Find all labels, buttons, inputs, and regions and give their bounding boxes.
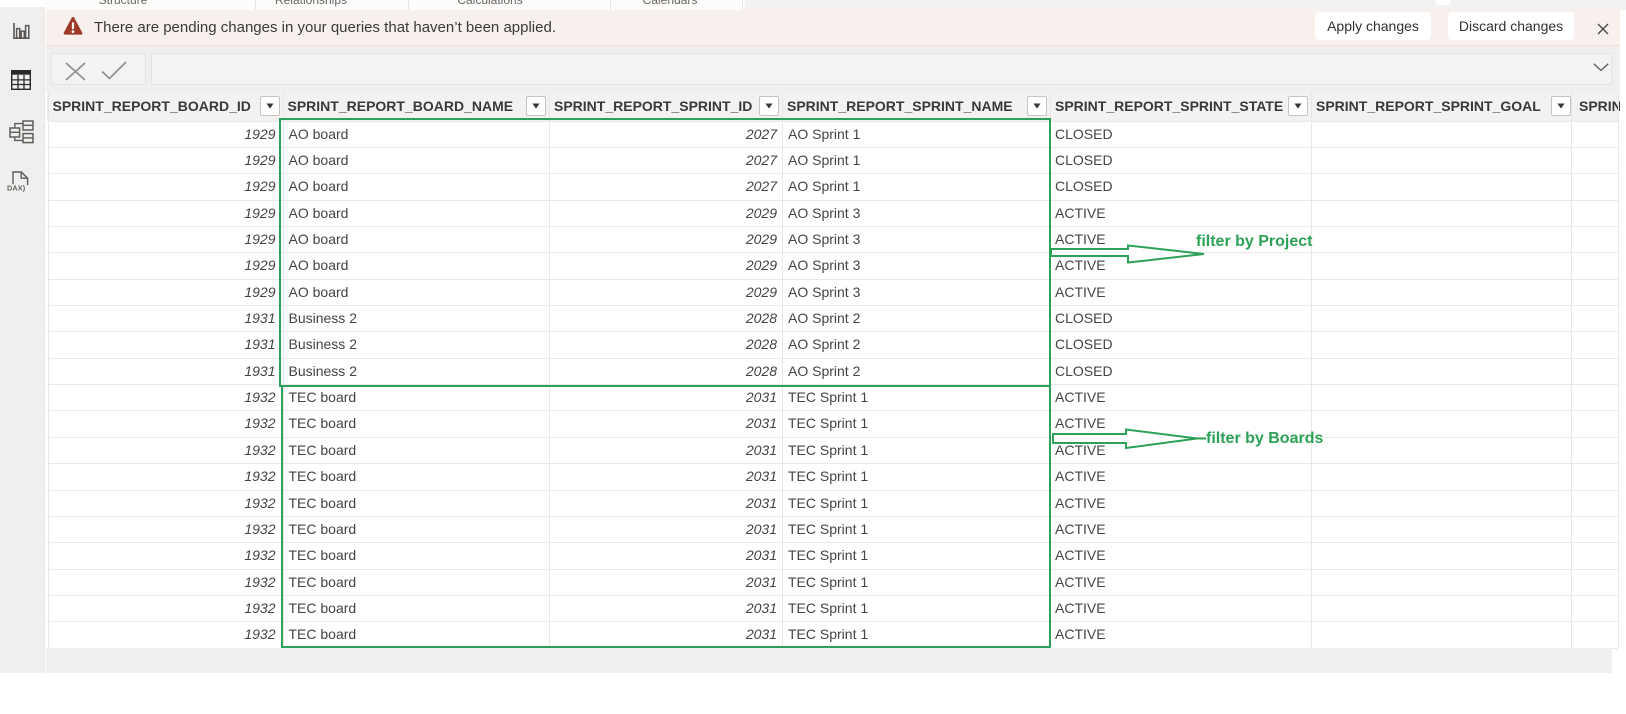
svg-text:DAX): DAX) <box>7 184 26 193</box>
